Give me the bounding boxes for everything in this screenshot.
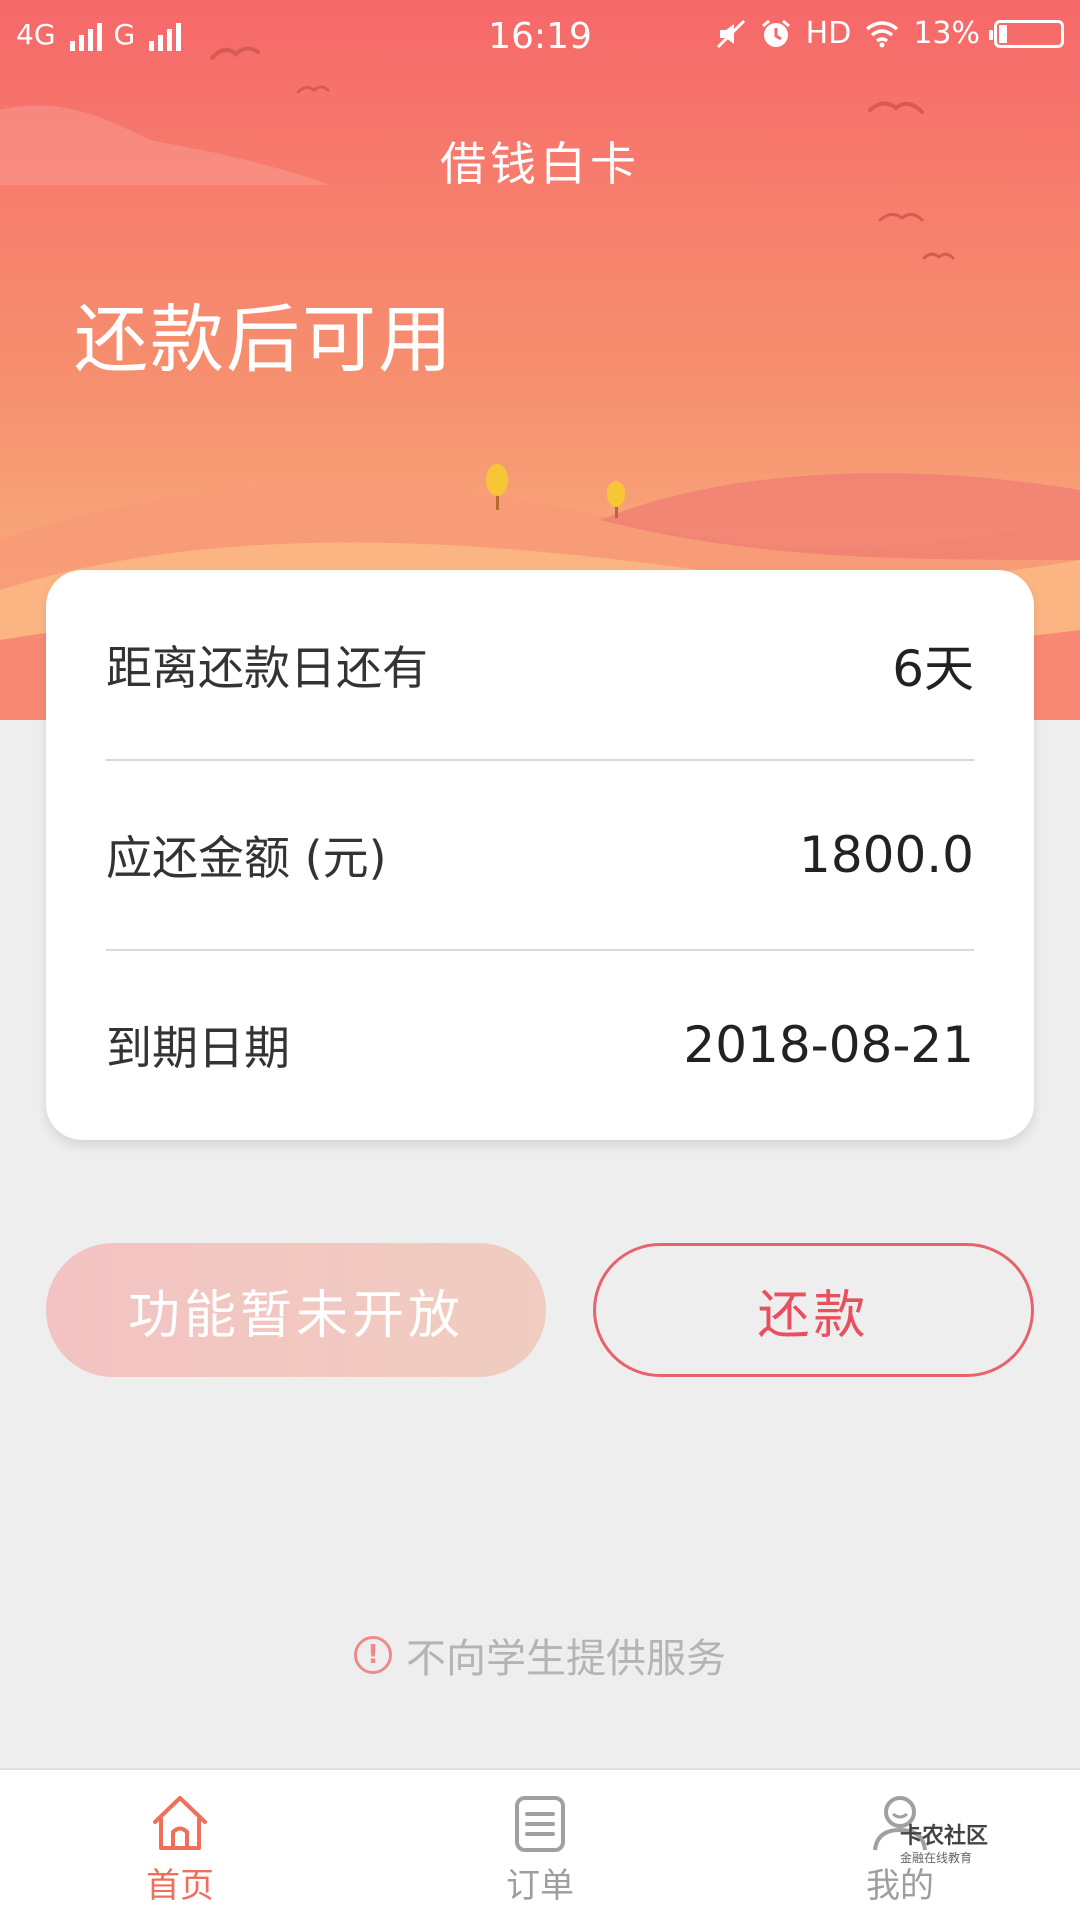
status-headline: 还款后可用 [74, 297, 454, 383]
alarm-icon [761, 19, 790, 47]
battery-percent: 13% [913, 16, 980, 51]
amount-due-row: 应还金额 (元) 1800.0 [106, 760, 974, 950]
student-notice: ! 不向学生提供服务 [0, 1626, 1080, 1684]
status-bar: 4G G 16:19 HD 13% [0, 0, 1080, 76]
amount-due-value: 1800.0 [799, 826, 974, 884]
battery-icon [989, 19, 1064, 48]
tab-orders[interactable]: 订单 [440, 1792, 640, 1907]
tab-orders-label: 订单 [506, 1866, 574, 1906]
home-icon [153, 1796, 207, 1850]
order-icon [515, 1796, 565, 1852]
notice-text: 不向学生提供服务 [406, 1636, 726, 1682]
status-right: HD 13% [716, 16, 1064, 51]
feature-unavailable-button[interactable]: 功能暂未开放 [46, 1243, 546, 1377]
repay-button[interactable]: 还款 [593, 1243, 1034, 1377]
due-date-value: 2018-08-21 [683, 1016, 974, 1074]
tab-profile-label: 我的 [866, 1866, 934, 1906]
amount-due-label: 应还金额 (元) [106, 831, 387, 885]
days-remaining-label: 距离还款日还有 [106, 641, 428, 695]
due-date-label: 到期日期 [106, 1021, 290, 1075]
due-date-row: 到期日期 2018-08-21 [106, 950, 974, 1140]
watermark-subtitle: 金融在线教育 [900, 1851, 973, 1865]
tab-home[interactable]: 首页 [80, 1792, 280, 1907]
repayment-info-card: 距离还款日还有 6天 应还金额 (元) 1800.0 到期日期 2018-08-… [46, 570, 1034, 1140]
watermark-name: 卡农社区 [900, 1824, 989, 1849]
mute-icon [716, 19, 745, 48]
hd-label: HD [805, 16, 852, 51]
wifi-icon [866, 20, 899, 47]
watermark-logo: 卡农社区 金融在线教育 [900, 1824, 989, 1865]
page-title: 借钱白卡 [440, 137, 640, 191]
tab-home-label: 首页 [146, 1866, 214, 1906]
days-remaining-row: 距离还款日还有 6天 [106, 570, 974, 760]
warning-icon: ! [354, 1636, 392, 1674]
days-remaining-value: 6天 [892, 640, 974, 698]
